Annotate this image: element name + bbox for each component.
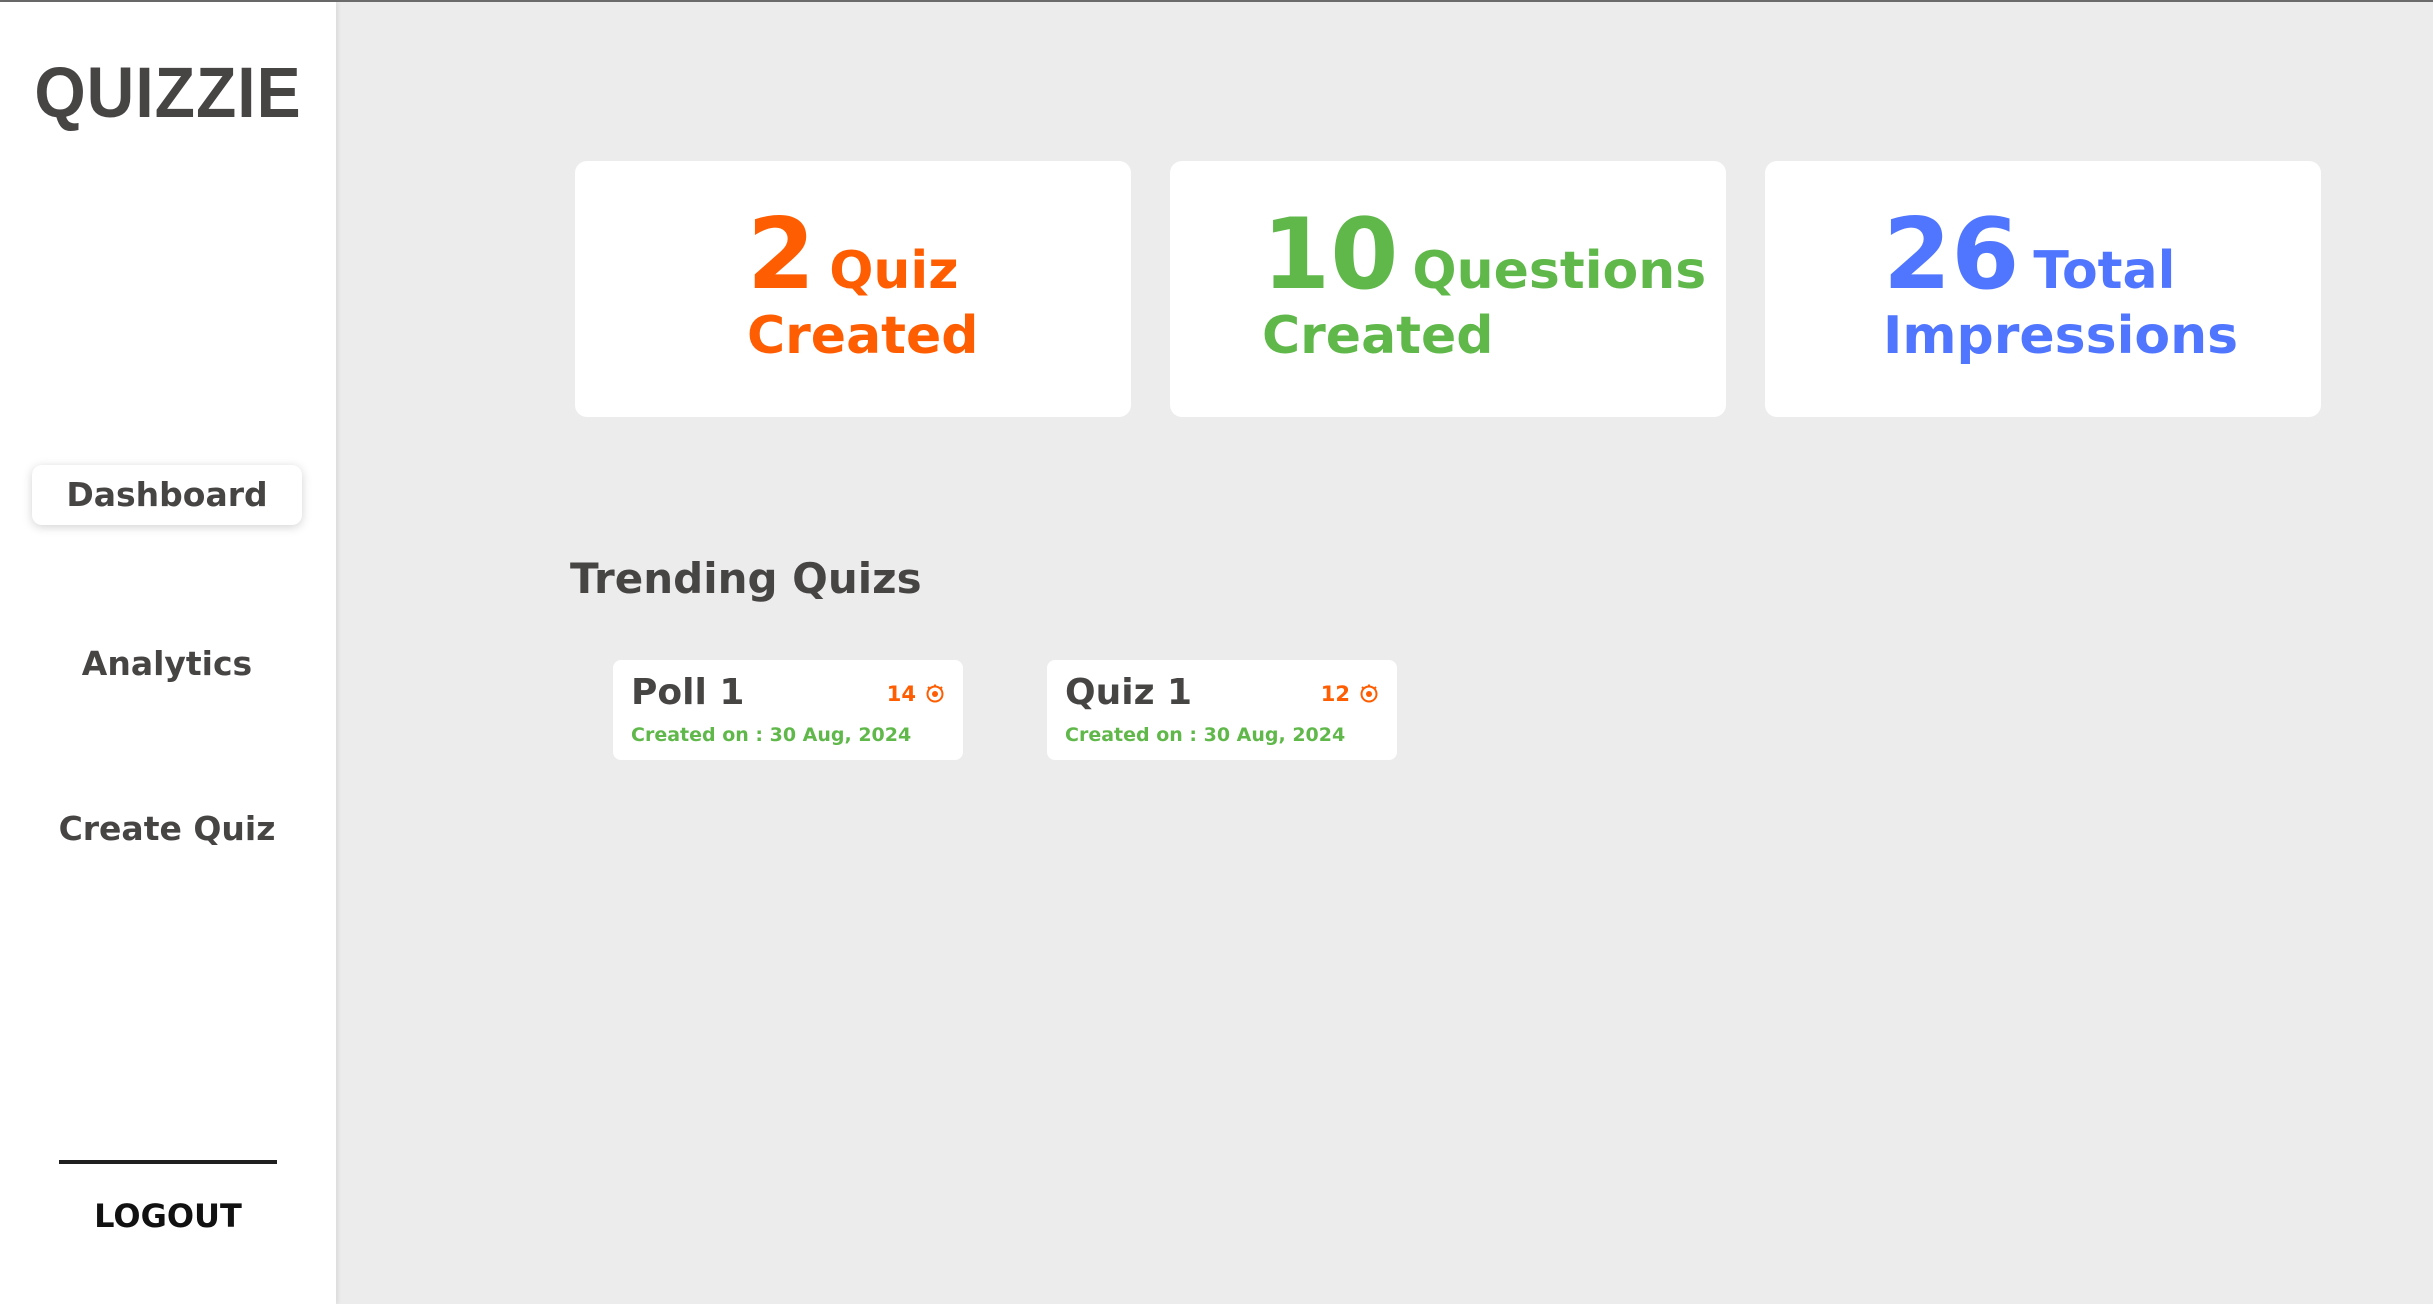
stat-content: 10 Questions Created [1262,205,1706,369]
quiz-created-date: Created on : 30 Aug, 2024 [1065,724,1346,746]
nav-analytics[interactable]: Analytics [32,634,302,694]
stat-content: 2 Quiz Created [747,205,979,369]
quiz-impressions: 12 [1321,682,1379,706]
eye-icon [1359,684,1379,704]
stat-label-line1: Total [2033,241,2176,301]
stat-card-quizzes: 2 Quiz Created [575,161,1131,417]
trending-quiz-card[interactable]: Poll 1 14 Created on : 30 Aug, 2024 [613,660,963,760]
trending-quiz-card[interactable]: Quiz 1 12 Created on : 30 Aug, 2024 [1047,660,1397,760]
logout-divider [59,1160,277,1164]
impression-count: 12 [1320,682,1350,706]
eye-icon [925,684,945,704]
impression-count: 14 [886,682,916,706]
nav-create-quiz[interactable]: Create Quiz [32,799,302,859]
nav-dashboard[interactable]: Dashboard [32,465,302,525]
stat-quiz-count: 2 [747,198,816,312]
quiz-impressions: 14 [887,682,945,706]
sidebar: QUIZZIE Dashboard Analytics Create Quiz … [0,2,336,1304]
stat-label-line2: Impressions [1883,306,2239,366]
app-logo: QUIZZIE [34,52,302,132]
stat-card-questions: 10 Questions Created [1170,161,1726,417]
quiz-created-date: Created on : 30 Aug, 2024 [631,724,912,746]
stat-card-impressions: 26 Total Impressions [1765,161,2321,417]
stat-label-line2: Created [1262,306,1494,366]
stat-impression-count: 26 [1883,198,2020,312]
stat-label-line1: Quiz [829,241,959,301]
app: QUIZZIE Dashboard Analytics Create Quiz … [0,0,2433,1304]
stat-question-count: 10 [1262,198,1399,312]
trending-quizzes-title: Trending Quizs [570,554,922,603]
quiz-name: Poll 1 [631,672,745,713]
stat-label-line1: Questions [1412,241,1707,301]
quiz-name: Quiz 1 [1065,672,1193,713]
logout-button[interactable]: LOGOUT [0,1197,336,1235]
stat-label-line2: Created [747,306,979,366]
stat-content: 26 Total Impressions [1883,205,2238,369]
